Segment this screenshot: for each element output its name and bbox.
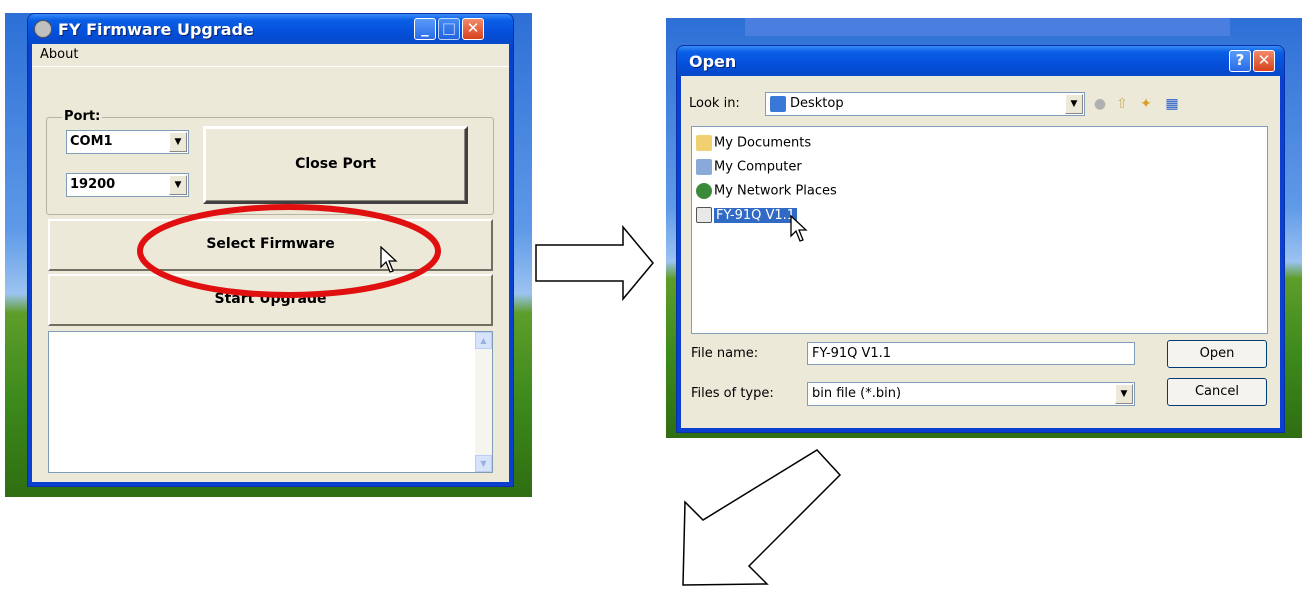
files-of-type-label: Files of type: — [691, 386, 774, 401]
scroll-up-icon[interactable]: ▲ — [475, 332, 492, 349]
file-name-text: My Computer — [714, 159, 802, 175]
window-title: FY Firmware Upgrade — [58, 20, 254, 39]
files-of-type-select[interactable]: bin file (*.bin) ▼ — [807, 382, 1135, 406]
look-in-value: Desktop — [790, 96, 844, 111]
firmware-upgrade-window: FY Firmware Upgrade _ □ ✕ About Port: CO… — [27, 13, 514, 487]
minimize-button[interactable]: _ — [414, 18, 436, 40]
dialog-close-button[interactable]: ✕ — [1253, 50, 1275, 72]
back-icon[interactable]: ● — [1091, 95, 1109, 113]
close-port-label: Close Port — [295, 156, 376, 172]
chevron-down-icon[interactable]: ▼ — [1065, 94, 1083, 114]
log-scrollbar[interactable]: ▲ ▼ — [475, 332, 492, 472]
cancel-button-label: Cancel — [1194, 384, 1240, 399]
baud-select[interactable]: 19200 ▼ — [66, 173, 189, 197]
folder-icon — [696, 135, 712, 151]
port-select-value: COM1 — [70, 134, 113, 149]
help-button[interactable]: ? — [1229, 50, 1251, 72]
look-in-select[interactable]: Desktop ▼ — [765, 92, 1085, 116]
list-item[interactable]: My Documents — [696, 135, 811, 155]
file-name-text: FY-91Q V1.1 — [714, 207, 798, 223]
close-button[interactable]: ✕ — [462, 18, 484, 40]
maximize-button[interactable]: □ — [438, 18, 460, 40]
up-folder-icon[interactable]: ⇧ — [1113, 95, 1131, 113]
list-item-selected[interactable]: FY-91Q V1.1 — [696, 207, 798, 227]
menu-about[interactable]: About — [40, 47, 78, 62]
file-name-label: File name: — [691, 346, 759, 361]
maximize-icon: □ — [441, 19, 457, 37]
open-button[interactable]: Open — [1167, 340, 1267, 368]
file-name-text: My Network Places — [714, 183, 837, 199]
files-of-type-value: bin file (*.bin) — [812, 386, 902, 401]
cancel-button[interactable]: Cancel — [1167, 378, 1267, 406]
look-in-label: Look in: — [689, 96, 740, 111]
view-menu-icon[interactable]: ▦ — [1163, 95, 1181, 113]
chevron-down-icon[interactable]: ▼ — [1115, 384, 1133, 404]
file-name-input[interactable]: FY-91Q V1.1 — [807, 342, 1135, 365]
baud-select-value: 19200 — [70, 177, 116, 192]
select-firmware-label: Select Firmware — [206, 236, 335, 252]
close-icon: ✕ — [466, 19, 480, 37]
close-port-button[interactable]: Close Port — [203, 126, 468, 204]
mouse-pointer-icon — [380, 246, 398, 273]
port-select[interactable]: COM1 ▼ — [66, 130, 189, 154]
open-button-label: Open — [1199, 346, 1235, 361]
window-client-area: About Port: COM1 ▼ 19200 ▼ Close Port Se… — [32, 44, 509, 482]
chevron-down-icon[interactable]: ▼ — [169, 132, 187, 152]
file-name-text: My Documents — [714, 135, 812, 151]
bin-file-icon — [696, 207, 712, 223]
file-list[interactable]: My Documents My Computer My Network Plac… — [691, 126, 1268, 334]
scroll-down-icon[interactable]: ▼ — [475, 455, 492, 472]
mouse-pointer-icon — [790, 215, 808, 242]
close-icon: ✕ — [1257, 51, 1271, 69]
dialog-title: Open — [689, 52, 737, 71]
log-textarea[interactable]: ▲ ▼ — [48, 331, 493, 473]
desktop-icon — [770, 96, 786, 112]
start-upgrade-label: Start Upgrade — [214, 291, 327, 307]
computer-icon — [696, 159, 712, 175]
dialog-client-area: Look in: Desktop ▼ ● ⇧ ✦ ▦ My Documents … — [681, 76, 1280, 428]
file-name-value: FY-91Q V1.1 — [812, 346, 892, 361]
background-window-strip — [745, 18, 1230, 36]
menu-bar: About — [32, 44, 509, 67]
minimize-icon: _ — [421, 19, 429, 37]
new-folder-icon[interactable]: ✦ — [1137, 95, 1155, 113]
start-upgrade-button[interactable]: Start Upgrade — [48, 274, 493, 326]
dialog-title-bar: Open ? ✕ — [677, 46, 1284, 76]
title-bar: FY Firmware Upgrade _ □ ✕ — [28, 14, 513, 44]
open-dialog: Open ? ✕ Look in: Desktop ▼ ● ⇧ ✦ ▦ My D… — [676, 45, 1285, 433]
list-item[interactable]: My Computer — [696, 159, 802, 179]
chevron-down-icon[interactable]: ▼ — [169, 175, 187, 195]
port-group-label: Port: — [62, 109, 103, 124]
right-arrow-icon — [535, 224, 654, 302]
down-left-arrow-icon — [682, 449, 842, 586]
select-firmware-button[interactable]: Select Firmware — [48, 219, 493, 271]
list-item[interactable]: My Network Places — [696, 183, 837, 203]
network-icon — [696, 183, 712, 199]
app-icon — [34, 20, 52, 38]
help-icon: ? — [1235, 51, 1245, 69]
